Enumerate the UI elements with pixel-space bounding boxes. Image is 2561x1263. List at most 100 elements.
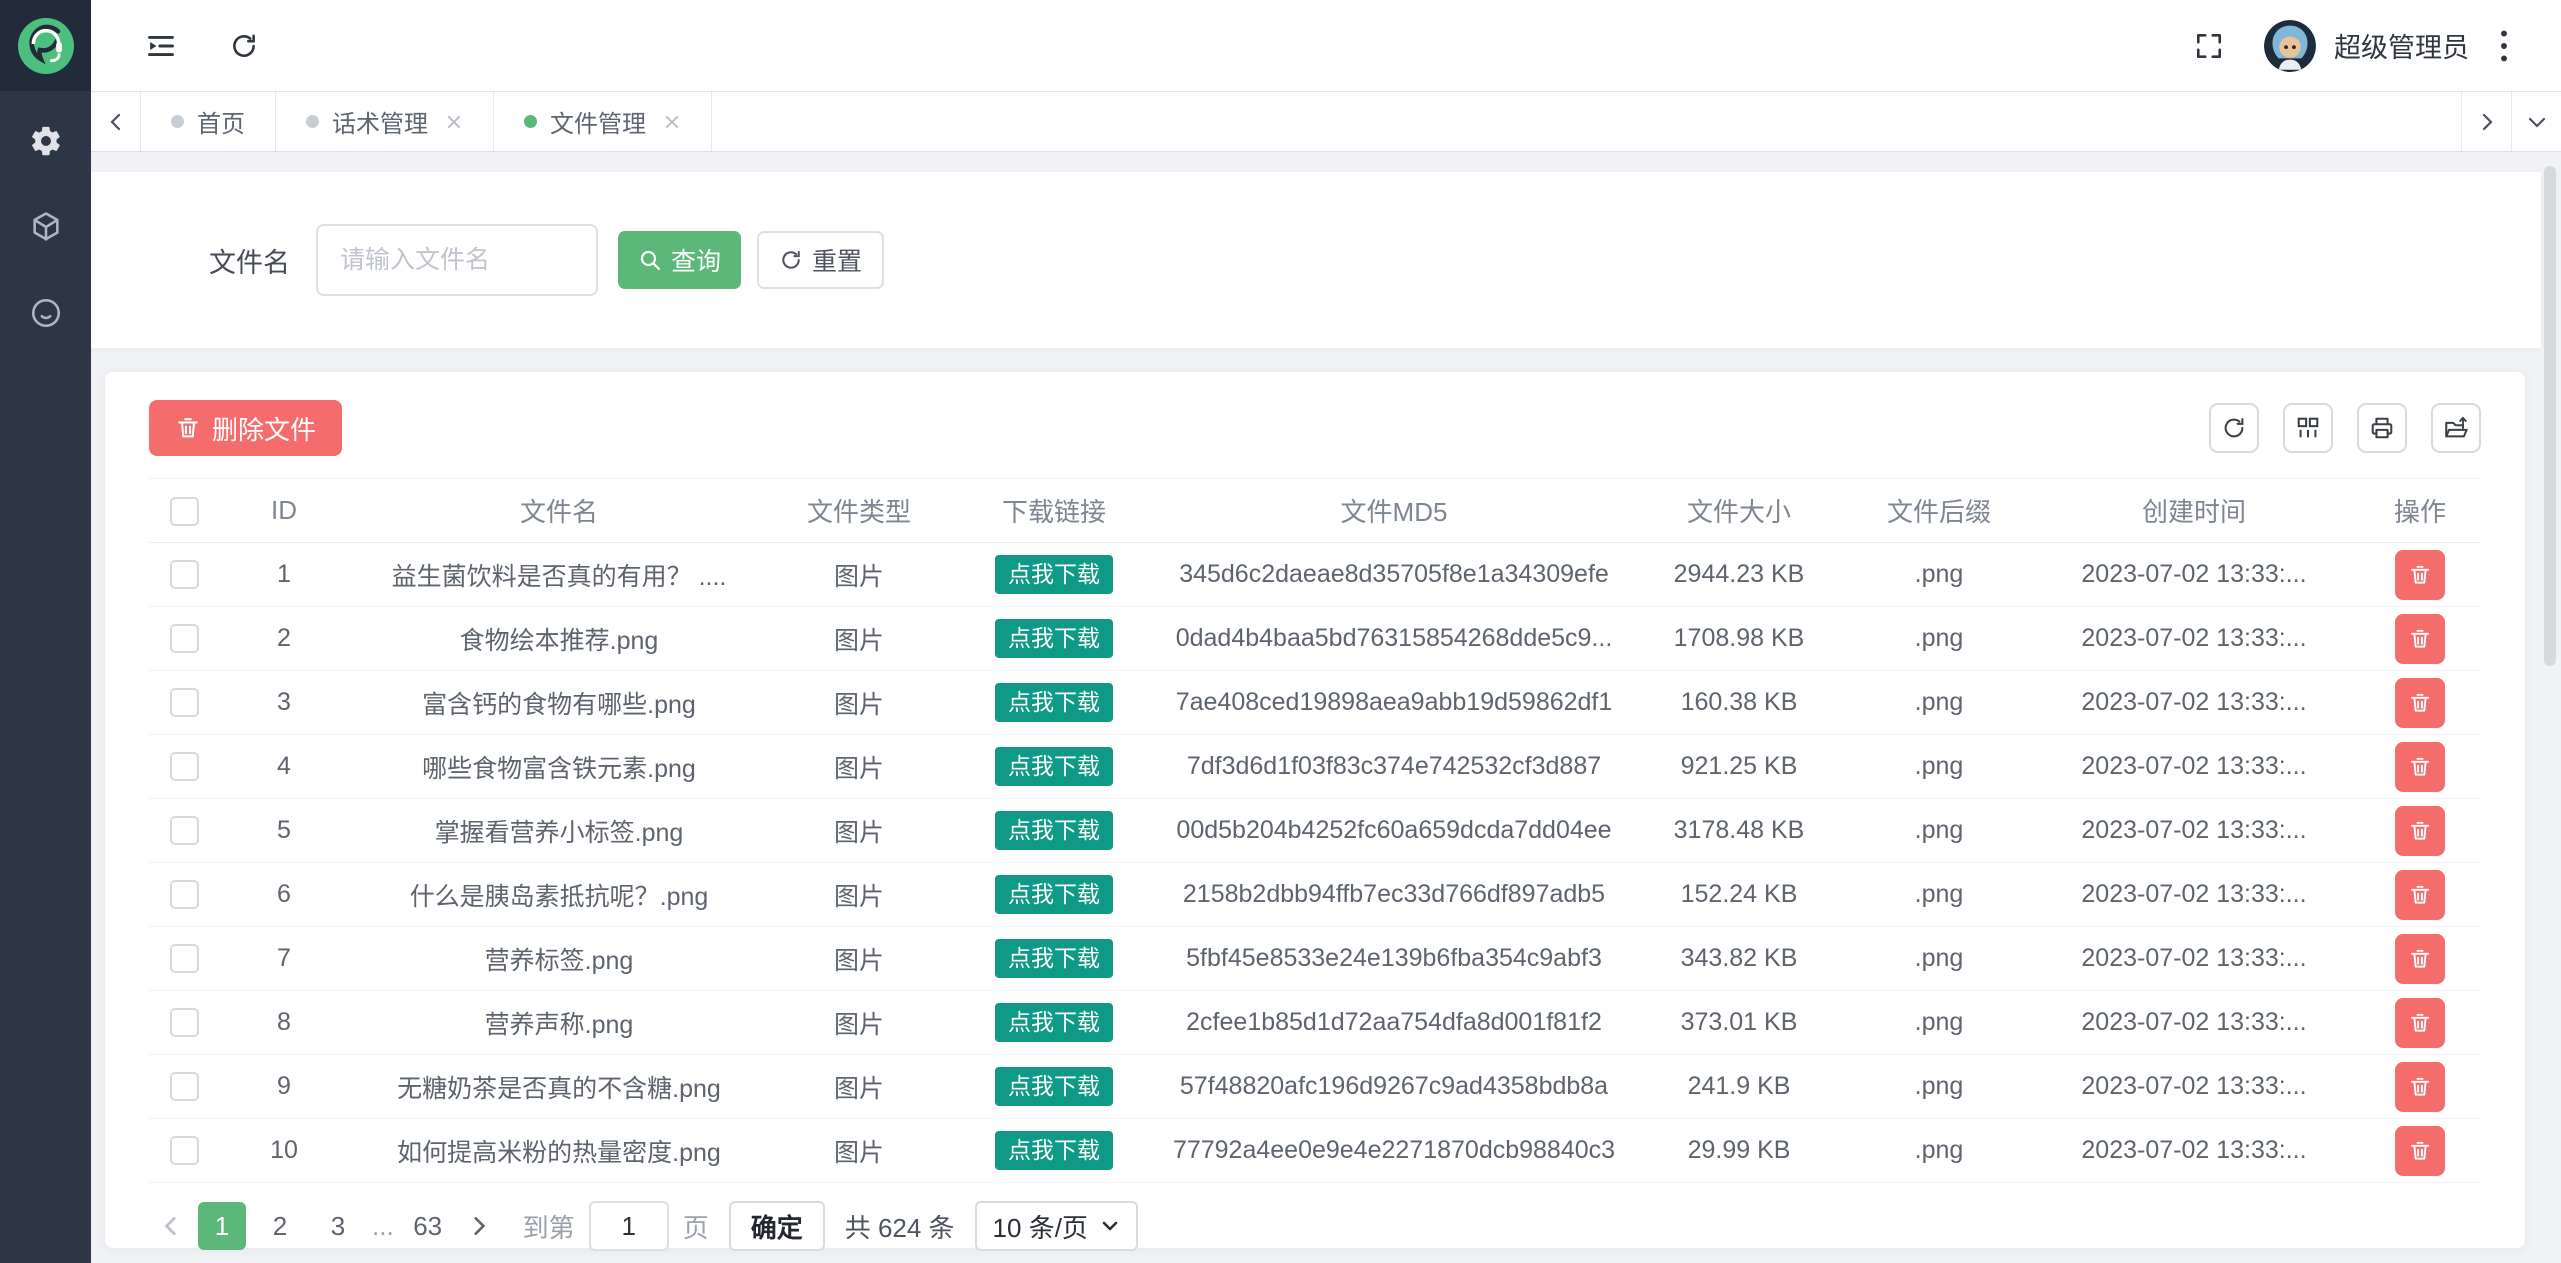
cell-size: 29.99 KB bbox=[1629, 1119, 1849, 1183]
page-number-63[interactable]: 63 bbox=[404, 1202, 452, 1250]
sidebar bbox=[0, 0, 91, 1263]
row-delete-button[interactable] bbox=[2395, 1126, 2445, 1176]
next-page-button[interactable] bbox=[457, 1214, 501, 1238]
chevron-right-icon bbox=[468, 1215, 490, 1237]
refresh-page-icon[interactable] bbox=[229, 31, 259, 61]
cube-icon bbox=[29, 210, 63, 244]
row-checkbox[interactable] bbox=[170, 560, 199, 589]
row-checkbox[interactable] bbox=[170, 624, 199, 653]
cell-created: 2023-07-02 13:33:... bbox=[2029, 735, 2359, 799]
select-all-checkbox[interactable] bbox=[170, 497, 199, 526]
download-link-button[interactable]: 点我下载 bbox=[995, 939, 1113, 978]
row-delete-button[interactable] bbox=[2395, 614, 2445, 664]
vertical-scrollbar[interactable] bbox=[2544, 166, 2556, 666]
download-link-button[interactable]: 点我下载 bbox=[995, 619, 1113, 658]
cell-ext: .png bbox=[1849, 991, 2029, 1055]
row-delete-button[interactable] bbox=[2395, 998, 2445, 1048]
row-checkbox[interactable] bbox=[170, 752, 199, 781]
tabs-scroll-right-button[interactable] bbox=[2461, 92, 2511, 151]
tab-close-icon[interactable] bbox=[445, 113, 463, 131]
query-button[interactable]: 查询 bbox=[618, 231, 741, 289]
sidebar-item-profile[interactable] bbox=[18, 285, 74, 341]
table-row: 3 富含钙的食物有哪些.png 图片 点我下载 7ae408ced19898ae… bbox=[149, 671, 2481, 735]
download-link-button[interactable]: 点我下载 bbox=[995, 555, 1113, 594]
tabs-scroll-left-button[interactable] bbox=[91, 92, 141, 151]
chevron-down-icon bbox=[1100, 1216, 1120, 1236]
trash-icon bbox=[175, 415, 201, 441]
download-link-button[interactable]: 点我下载 bbox=[995, 683, 1113, 722]
tab-status-dot bbox=[524, 115, 537, 128]
files-table: ID 文件名 文件类型 下载链接 文件MD5 文件大小 文件后缀 创建时间 操作 bbox=[149, 478, 2481, 1183]
row-checkbox[interactable] bbox=[170, 688, 199, 717]
trash-icon bbox=[2408, 755, 2432, 779]
confirm-jump-button[interactable]: 确定 bbox=[729, 1201, 825, 1251]
page-number-1[interactable]: 1 bbox=[198, 1202, 246, 1250]
cell-md5: 0dad4b4baa5bd76315854268dde5c9... bbox=[1159, 607, 1629, 671]
row-delete-button[interactable] bbox=[2395, 550, 2445, 600]
row-delete-button[interactable] bbox=[2395, 742, 2445, 792]
tab-home[interactable]: 首页 bbox=[141, 92, 276, 151]
total-count-label: 共 624 条 bbox=[845, 1208, 955, 1245]
page-size-select[interactable]: 10 条/页 bbox=[975, 1201, 1138, 1251]
jump-page-input[interactable] bbox=[589, 1201, 669, 1251]
tab-file-management[interactable]: 文件管理 bbox=[494, 92, 712, 151]
refresh-icon bbox=[779, 248, 803, 272]
row-delete-button[interactable] bbox=[2395, 1062, 2445, 1112]
row-checkbox[interactable] bbox=[170, 1072, 199, 1101]
row-checkbox[interactable] bbox=[170, 880, 199, 909]
row-delete-button[interactable] bbox=[2395, 870, 2445, 920]
download-link-button[interactable]: 点我下载 bbox=[995, 1131, 1113, 1170]
page-ellipsis[interactable]: ... bbox=[372, 1211, 394, 1242]
row-delete-button[interactable] bbox=[2395, 678, 2445, 728]
user-menu-kebab-icon[interactable] bbox=[2499, 29, 2509, 63]
prev-page-button[interactable] bbox=[149, 1214, 193, 1238]
row-checkbox[interactable] bbox=[170, 944, 199, 973]
cell-ext: .png bbox=[1849, 735, 2029, 799]
download-link-button[interactable]: 点我下载 bbox=[995, 1003, 1113, 1042]
tab-close-icon[interactable] bbox=[663, 113, 681, 131]
cell-filename: 益生菌饮料是否真的有用？ .... bbox=[349, 543, 769, 607]
sidebar-item-model[interactable] bbox=[18, 199, 74, 255]
cell-md5: 5fbf45e8533e24e139b6fba354c9abf3 bbox=[1159, 927, 1629, 991]
download-link-button[interactable]: 点我下载 bbox=[995, 811, 1113, 850]
cell-created: 2023-07-02 13:33:... bbox=[2029, 799, 2359, 863]
download-link-button[interactable]: 点我下载 bbox=[995, 875, 1113, 914]
tabs-actions-dropdown-button[interactable] bbox=[2511, 92, 2561, 151]
print-button[interactable] bbox=[2357, 403, 2407, 453]
cell-size: 241.9 KB bbox=[1629, 1055, 1849, 1119]
row-checkbox[interactable] bbox=[170, 816, 199, 845]
refresh-table-button[interactable] bbox=[2209, 403, 2259, 453]
sidebar-item-settings[interactable] bbox=[18, 113, 74, 169]
download-link-button[interactable]: 点我下载 bbox=[995, 747, 1113, 786]
page-number-3[interactable]: 3 bbox=[314, 1202, 362, 1250]
download-link-button[interactable]: 点我下载 bbox=[995, 1067, 1113, 1106]
tab-label: 话术管理 bbox=[332, 104, 428, 139]
row-checkbox[interactable] bbox=[170, 1008, 199, 1037]
cell-id: 10 bbox=[219, 1119, 349, 1183]
table-row: 1 益生菌饮料是否真的有用？ .... 图片 点我下载 345d6c2daeae… bbox=[149, 543, 2481, 607]
filename-search-input[interactable] bbox=[316, 224, 598, 296]
tab-label: 首页 bbox=[197, 104, 245, 139]
avatar[interactable] bbox=[2264, 20, 2316, 72]
row-delete-button[interactable] bbox=[2395, 934, 2445, 984]
main-area: 超级管理员 首页 话术管理 bbox=[91, 0, 2561, 1263]
cell-id: 4 bbox=[219, 735, 349, 799]
row-checkbox[interactable] bbox=[170, 1136, 199, 1165]
delete-files-button[interactable]: 删除文件 bbox=[149, 400, 342, 456]
app-logo[interactable] bbox=[0, 0, 91, 91]
tab-script-management[interactable]: 话术管理 bbox=[276, 92, 494, 151]
reset-button[interactable]: 重置 bbox=[757, 231, 884, 289]
cell-id: 6 bbox=[219, 863, 349, 927]
sidebar-collapse-icon[interactable] bbox=[145, 30, 177, 62]
cell-filetype: 图片 bbox=[769, 1119, 949, 1183]
row-delete-button[interactable] bbox=[2395, 806, 2445, 856]
col-header-size: 文件大小 bbox=[1629, 479, 1849, 543]
current-user-name[interactable]: 超级管理员 bbox=[2334, 26, 2469, 65]
fullscreen-icon[interactable] bbox=[2194, 31, 2224, 61]
cell-id: 9 bbox=[219, 1055, 349, 1119]
cell-size: 2944.23 KB bbox=[1629, 543, 1849, 607]
column-settings-button[interactable] bbox=[2283, 403, 2333, 453]
export-button[interactable] bbox=[2431, 403, 2481, 453]
col-header-md5: 文件MD5 bbox=[1159, 479, 1629, 543]
page-number-2[interactable]: 2 bbox=[256, 1202, 304, 1250]
